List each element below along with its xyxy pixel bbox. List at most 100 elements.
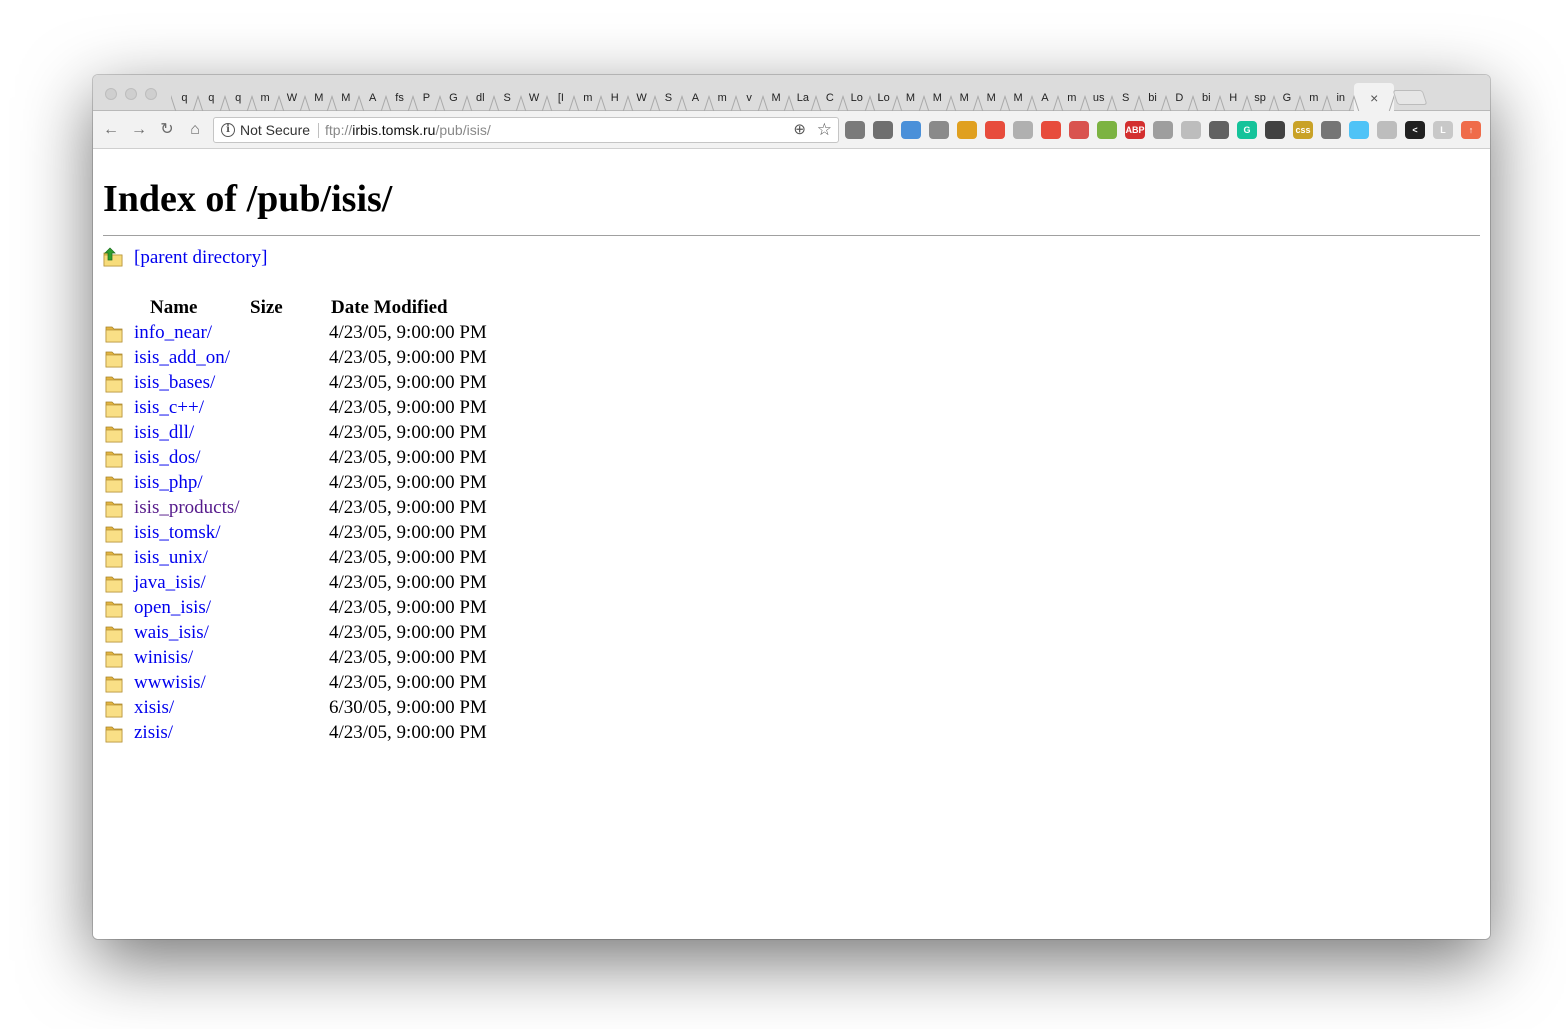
bookmark-star-icon[interactable]: ☆: [817, 118, 832, 142]
home-button[interactable]: ⌂: [185, 120, 205, 140]
folder-link[interactable]: open_isis/: [134, 597, 211, 619]
zoom-icon[interactable]: ⊕: [793, 118, 806, 142]
new-tab-button[interactable]: [1392, 90, 1428, 105]
extension-chevron-icon[interactable]: <: [1405, 121, 1425, 139]
browser-tab[interactable]: M: [924, 83, 951, 111]
extension-red-icon[interactable]: [985, 121, 1005, 139]
browser-tab[interactable]: v: [736, 83, 763, 111]
extension-blue-icon[interactable]: [901, 121, 921, 139]
extension-color-icon[interactable]: [957, 121, 977, 139]
browser-tab[interactable]: W: [628, 83, 655, 111]
browser-tab[interactable]: m: [252, 83, 279, 111]
folder-link[interactable]: isis_dos/: [134, 447, 201, 469]
browser-tab[interactable]: G: [1274, 83, 1301, 111]
extension-circle-icon[interactable]: [1013, 121, 1033, 139]
browser-tab[interactable]: A: [682, 83, 709, 111]
grammarly-icon[interactable]: G: [1237, 121, 1257, 139]
forward-button[interactable]: →: [129, 120, 149, 140]
extension-globe-icon[interactable]: [1153, 121, 1173, 139]
folder-link[interactable]: isis_add_on/: [134, 347, 230, 369]
close-window-button[interactable]: [105, 88, 117, 100]
browser-tab[interactable]: S: [1112, 83, 1139, 111]
browser-tab[interactable]: P: [413, 83, 440, 111]
browser-tab[interactable]: S: [655, 83, 682, 111]
parent-directory-link[interactable]: [parent directory]: [134, 247, 267, 269]
folder-link[interactable]: isis_tomsk/: [134, 522, 221, 544]
browser-tab[interactable]: m: [574, 83, 601, 111]
browser-tab[interactable]: us: [1085, 83, 1112, 111]
folder-link[interactable]: isis_bases/: [134, 372, 215, 394]
folder-link[interactable]: java_isis/: [134, 572, 206, 594]
browser-tab[interactable]: q: [198, 83, 225, 111]
reload-button[interactable]: ↻: [157, 120, 177, 140]
browser-tab[interactable]: in: [1327, 83, 1354, 111]
browser-tab[interactable]: dl: [467, 83, 494, 111]
browser-tab[interactable]: La: [789, 83, 816, 111]
extension-ad-icon[interactable]: [1069, 121, 1089, 139]
browser-tab[interactable]: A: [1032, 83, 1059, 111]
extension-spiral-icon[interactable]: [1349, 121, 1369, 139]
column-header-name[interactable]: Name: [150, 297, 197, 319]
extension-shield-icon[interactable]: [1041, 121, 1061, 139]
close-tab-icon[interactable]: ×: [1370, 83, 1378, 111]
browser-tab[interactable]: G: [440, 83, 467, 111]
folder-link[interactable]: isis_php/: [134, 472, 203, 494]
browser-tab[interactable]: M: [305, 83, 332, 111]
minimize-window-button[interactable]: [125, 88, 137, 100]
browser-tab[interactable]: D: [1166, 83, 1193, 111]
browser-tab[interactable]: Lo: [843, 83, 870, 111]
security-label[interactable]: Not Secure: [240, 118, 310, 142]
active-tab[interactable]: ×: [1354, 83, 1395, 111]
folder-link[interactable]: wwwisis/: [134, 672, 206, 694]
browser-tab[interactable]: C: [816, 83, 843, 111]
browser-tab[interactable]: q: [171, 83, 198, 111]
browser-tab[interactable]: Lo: [870, 83, 897, 111]
extension-gray-icon[interactable]: [929, 121, 949, 139]
folder-link[interactable]: xisis/: [134, 697, 174, 719]
browser-tab[interactable]: S: [494, 83, 521, 111]
folder-link[interactable]: isis_c++/: [134, 397, 204, 419]
browser-tab[interactable]: M: [978, 83, 1005, 111]
extension-ghost-icon[interactable]: [1209, 121, 1229, 139]
folder-link[interactable]: isis_unix/: [134, 547, 208, 569]
folder-link[interactable]: isis_products/: [134, 497, 240, 519]
browser-tab[interactable]: bi: [1139, 83, 1166, 111]
extension-sync-icon[interactable]: [1377, 121, 1397, 139]
browser-tab[interactable]: H: [601, 83, 628, 111]
browser-tab[interactable]: W: [521, 83, 548, 111]
extension-bird-icon[interactable]: [1265, 121, 1285, 139]
maximize-window-button[interactable]: [145, 88, 157, 100]
extension-green-icon[interactable]: [1097, 121, 1117, 139]
browser-tab[interactable]: M: [951, 83, 978, 111]
extension-l-icon[interactable]: L: [1433, 121, 1453, 139]
info-icon[interactable]: i: [221, 123, 235, 137]
browser-tab[interactable]: H: [1220, 83, 1247, 111]
browser-tab[interactable]: sp: [1247, 83, 1274, 111]
extension-frame-icon[interactable]: [1321, 121, 1341, 139]
evernote-icon[interactable]: [845, 121, 865, 139]
browser-tab[interactable]: M: [332, 83, 359, 111]
browser-tab[interactable]: M: [763, 83, 790, 111]
browser-tab[interactable]: q: [225, 83, 252, 111]
browser-tab[interactable]: m: [709, 83, 736, 111]
url-text[interactable]: ftp://irbis.tomsk.ru/pub/isis/: [325, 118, 491, 142]
address-bar[interactable]: i Not Secure ftp://irbis.tomsk.ru/pub/is…: [213, 117, 839, 143]
folder-link[interactable]: wais_isis/: [134, 622, 209, 644]
back-button[interactable]: ←: [101, 120, 121, 140]
folder-link[interactable]: winisis/: [134, 647, 193, 669]
pocket-icon[interactable]: [873, 121, 893, 139]
browser-tab[interactable]: M: [897, 83, 924, 111]
css-icon[interactable]: css: [1293, 121, 1313, 139]
adblock-plus-icon[interactable]: ABP: [1125, 121, 1145, 139]
browser-tab[interactable]: fs: [386, 83, 413, 111]
browser-tab[interactable]: M: [1005, 83, 1032, 111]
browser-tab[interactable]: [I: [547, 83, 574, 111]
browser-tab[interactable]: m: [1300, 83, 1327, 111]
browser-tab[interactable]: bi: [1193, 83, 1220, 111]
folder-link[interactable]: isis_dll/: [134, 422, 194, 444]
column-header-size[interactable]: Size: [250, 297, 283, 319]
column-header-date[interactable]: Date Modified: [331, 297, 448, 319]
extension-check-icon[interactable]: [1181, 121, 1201, 139]
folder-link[interactable]: info_near/: [134, 322, 212, 344]
folder-link[interactable]: zisis/: [134, 722, 173, 744]
